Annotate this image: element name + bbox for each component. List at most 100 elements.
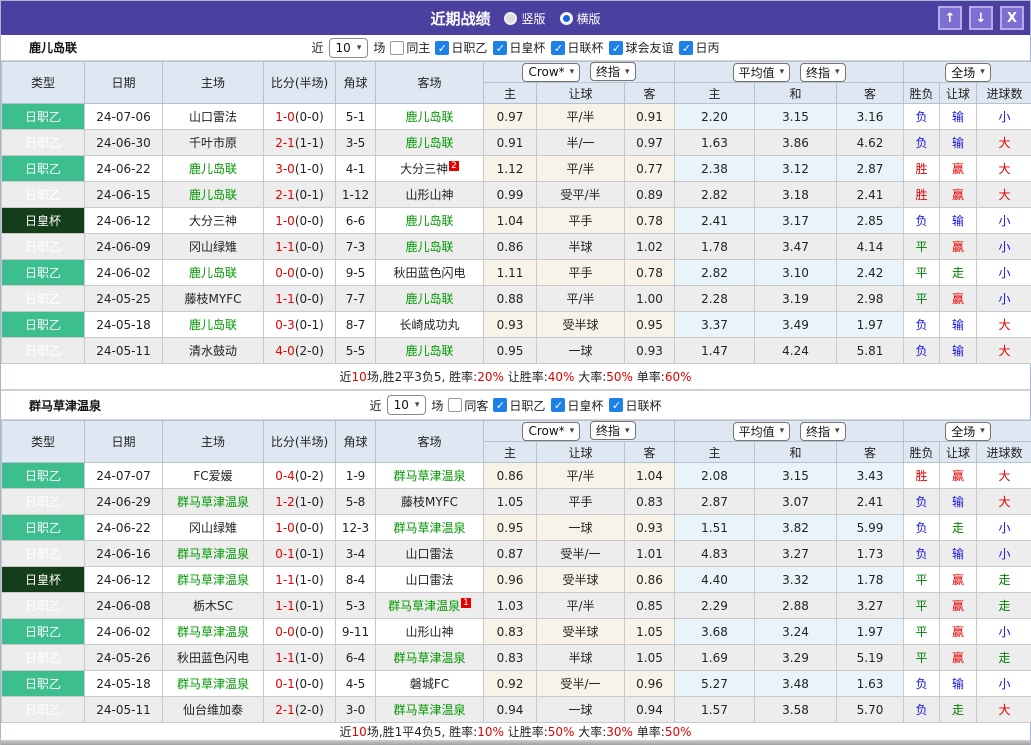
home-team-name[interactable]: 群马草津温泉 — [177, 573, 249, 587]
away-team-name[interactable]: 鹿儿岛联 — [405, 136, 453, 150]
match-count-select[interactable]: 10 ▾ — [386, 395, 427, 415]
away-team-name[interactable]: 藤枝MYFC — [401, 495, 458, 509]
home-team-name[interactable]: 鹿儿岛联 — [189, 318, 237, 332]
home-team[interactable]: 千叶市原 — [162, 129, 264, 156]
move-up-button[interactable]: ↑ — [938, 6, 962, 30]
home-team[interactable]: 清水鼓动 — [162, 337, 264, 364]
away-team[interactable]: 群马草津温泉 — [375, 644, 484, 671]
odds-time-select[interactable]: 终指 ▾ — [590, 62, 636, 82]
away-team[interactable]: 鹿儿岛联 — [375, 103, 484, 130]
league-filter-checkbox[interactable]: ✓ 日皇杯 — [493, 39, 545, 56]
away-team[interactable]: 藤枝MYFC — [375, 488, 484, 515]
home-team[interactable]: 仙台维加泰 — [162, 696, 264, 723]
home-team-name[interactable]: 仙台维加泰 — [183, 703, 243, 717]
home-team[interactable]: 冈山绿雉 — [162, 233, 264, 260]
home-team-name[interactable]: 鹿儿岛联 — [189, 188, 237, 202]
checkbox-checked-icon[interactable]: ✓ — [551, 40, 566, 55]
league-filter-checkbox[interactable]: ✓ 日丙 — [679, 39, 719, 56]
away-team-name[interactable]: 山形山神 — [405, 625, 453, 639]
full-match-select[interactable]: 全场 ▾ — [945, 421, 991, 441]
home-team-name[interactable]: 群马草津温泉 — [177, 625, 249, 639]
away-team[interactable]: 磐城FC — [375, 670, 484, 697]
league-filter-checkbox[interactable]: ✓ 日职乙 — [435, 39, 487, 56]
checkbox-checked-icon[interactable]: ✓ — [609, 40, 624, 55]
vertical-layout-radio[interactable]: 竖版 — [504, 10, 546, 27]
away-team-name[interactable]: 群马草津温泉 — [393, 651, 465, 665]
away-team[interactable]: 鹿儿岛联 — [375, 337, 484, 364]
move-down-button[interactable]: ↓ — [969, 6, 993, 30]
away-team[interactable]: 长崎成功丸 — [375, 311, 484, 338]
away-team[interactable]: 山形山神 — [375, 618, 484, 645]
home-team[interactable]: 藤枝MYFC — [162, 285, 264, 312]
league-filter-checkbox[interactable]: ✓ 日皇杯 — [551, 397, 603, 414]
away-team[interactable]: 大分三神 2 — [375, 155, 484, 182]
away-team[interactable]: 群马草津温泉 1 — [375, 592, 484, 619]
same-home-checkbox[interactable]: 同主 — [390, 39, 430, 56]
home-team[interactable]: 山口雷法 — [162, 103, 264, 130]
avg-time-select[interactable]: 终指 ▾ — [799, 421, 846, 441]
league-filter-checkbox[interactable]: ✓ 日联杯 — [609, 397, 661, 414]
away-team-name[interactable]: 山口雷法 — [405, 573, 453, 587]
home-team[interactable]: 鹿儿岛联 — [162, 311, 264, 338]
checkbox-checked-icon[interactable]: ✓ — [551, 398, 566, 412]
away-team-name[interactable]: 群马草津温泉 — [393, 521, 465, 535]
home-team-name[interactable]: 群马草津温泉 — [177, 547, 249, 561]
league-filter-checkbox[interactable]: ✓ 日职乙 — [493, 397, 545, 414]
home-team[interactable]: FC爱媛 — [162, 462, 264, 489]
radio-selected-icon[interactable] — [559, 11, 573, 25]
away-team-name[interactable]: 长崎成功丸 — [399, 318, 459, 332]
away-team-name[interactable]: 鹿儿岛联 — [405, 344, 453, 358]
bookmaker-select[interactable]: Crow* ▾ — [522, 421, 581, 441]
average-select[interactable]: 平均值 ▾ — [732, 62, 791, 82]
home-team-name[interactable]: 秋田蓝色闪电 — [177, 651, 249, 665]
avg-time-select[interactable]: 终指 ▾ — [799, 62, 846, 82]
home-team[interactable]: 群马草津温泉 — [162, 670, 264, 697]
home-team-name[interactable]: FC爱媛 — [193, 469, 232, 483]
league-filter-checkbox[interactable]: ✓ 日联杯 — [551, 39, 603, 56]
average-select[interactable]: 平均值 ▾ — [732, 421, 791, 441]
home-team[interactable]: 大分三神 — [162, 207, 264, 234]
checkbox-checked-icon[interactable]: ✓ — [493, 40, 508, 55]
home-team-name[interactable]: 冈山绿雉 — [189, 240, 237, 254]
away-team[interactable]: 鹿儿岛联 — [375, 129, 484, 156]
odds-time-select[interactable]: 终指 ▾ — [590, 421, 636, 441]
away-team-name[interactable]: 大分三神 — [400, 162, 448, 176]
away-team[interactable]: 山形山神 — [375, 181, 484, 208]
away-team-name[interactable]: 群马草津温泉 — [393, 469, 465, 483]
home-team[interactable]: 秋田蓝色闪电 — [162, 644, 264, 671]
away-team-name[interactable]: 山口雷法 — [405, 547, 453, 561]
bookmaker-select[interactable]: Crow* ▾ — [522, 62, 581, 82]
home-team[interactable]: 栃木SC — [162, 592, 264, 619]
away-team-name[interactable]: 鹿儿岛联 — [405, 110, 453, 124]
away-team[interactable]: 群马草津温泉 — [375, 696, 484, 723]
home-team[interactable]: 鹿儿岛联 — [162, 181, 264, 208]
checkbox-checked-icon[interactable]: ✓ — [609, 398, 624, 412]
home-team-name[interactable]: 群马草津温泉 — [177, 677, 249, 691]
home-team[interactable]: 鹿儿岛联 — [162, 155, 264, 182]
home-team[interactable]: 群马草津温泉 — [162, 618, 264, 645]
home-team[interactable]: 冈山绿雉 — [162, 514, 264, 541]
horizontal-layout-radio[interactable]: 横版 — [559, 10, 601, 27]
full-match-select[interactable]: 全场 ▾ — [945, 62, 991, 82]
home-team-name[interactable]: 鹿儿岛联 — [189, 162, 237, 176]
home-team-name[interactable]: 山口雷法 — [189, 110, 237, 124]
checkbox-checked-icon[interactable]: ✓ — [679, 40, 694, 55]
checkbox-checked-icon[interactable]: ✓ — [435, 40, 450, 55]
home-team-name[interactable]: 栃木SC — [193, 599, 233, 613]
home-team-name[interactable]: 清水鼓动 — [189, 344, 237, 358]
away-team[interactable]: 群马草津温泉 — [375, 514, 484, 541]
close-button[interactable]: X — [1000, 6, 1024, 30]
home-team-name[interactable]: 鹿儿岛联 — [189, 266, 237, 280]
away-team[interactable]: 秋田蓝色闪电 — [375, 259, 484, 286]
home-team-name[interactable]: 大分三神 — [189, 214, 237, 228]
home-team[interactable]: 群马草津温泉 — [162, 488, 264, 515]
home-team-name[interactable]: 藤枝MYFC — [185, 292, 242, 306]
away-team-name[interactable]: 鹿儿岛联 — [405, 240, 453, 254]
home-team[interactable]: 群马草津温泉 — [162, 540, 264, 567]
away-team[interactable]: 鹿儿岛联 — [375, 233, 484, 260]
away-team-name[interactable]: 鹿儿岛联 — [405, 292, 453, 306]
checkbox-checked-icon[interactable]: ✓ — [493, 398, 508, 412]
league-filter-checkbox[interactable]: ✓ 球会友谊 — [609, 39, 673, 56]
away-team[interactable]: 鹿儿岛联 — [375, 207, 484, 234]
home-team-name[interactable]: 冈山绿雉 — [189, 521, 237, 535]
